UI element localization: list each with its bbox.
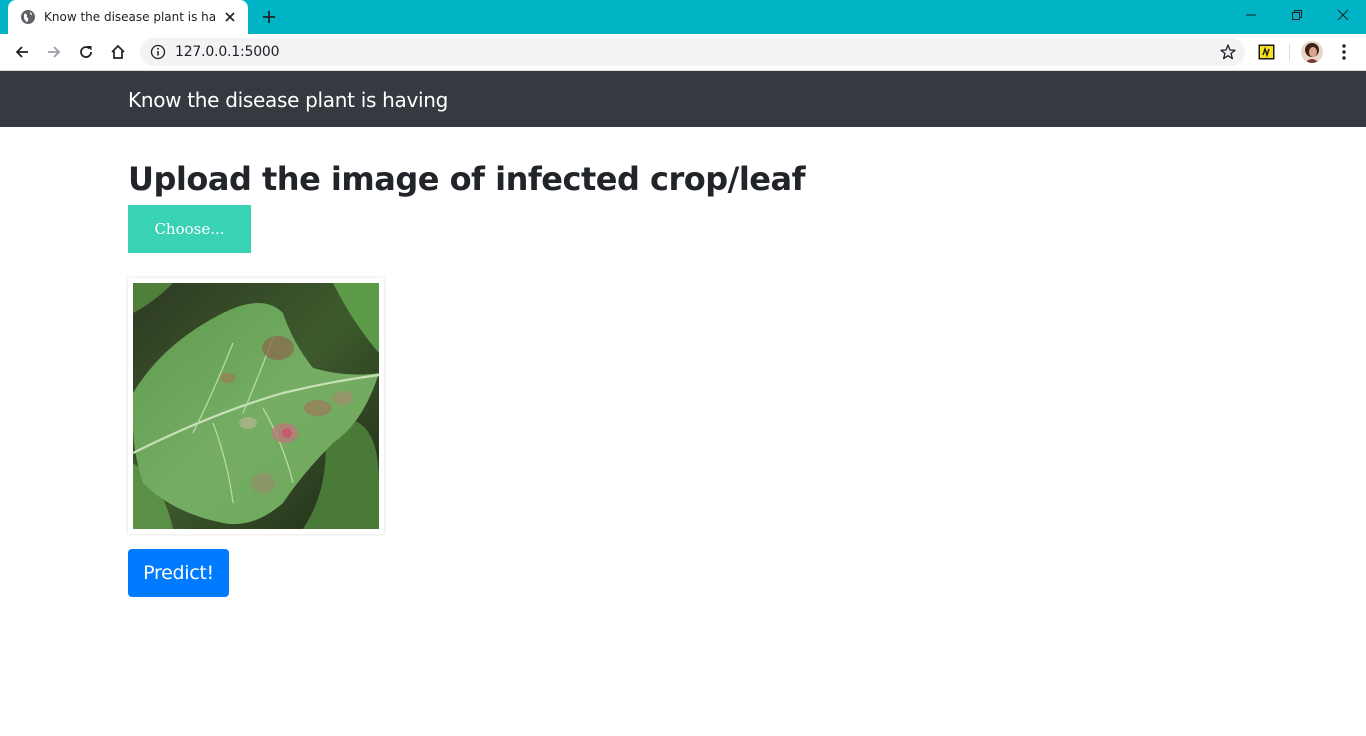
tab-strip: Know the disease plant is having (0, 0, 1366, 34)
minimize-button[interactable] (1228, 0, 1274, 30)
restore-button[interactable] (1274, 0, 1320, 30)
window-close-icon (1337, 9, 1349, 21)
globe-icon (21, 10, 35, 24)
browser-toolbar: 127.0.0.1:5000 (0, 34, 1366, 71)
star-icon[interactable] (1219, 43, 1237, 61)
back-icon (15, 46, 28, 58)
page-title: Upload the image of infected crop/leaf (128, 160, 806, 198)
menu-icon[interactable] (1336, 42, 1352, 62)
reload-icon (80, 46, 92, 58)
window-close-button[interactable] (1320, 0, 1366, 30)
image-preview (128, 278, 384, 534)
plus-icon[interactable] (261, 9, 277, 25)
back-button[interactable] (12, 42, 32, 62)
home-button[interactable] (108, 42, 128, 62)
extension-icon[interactable] (1258, 44, 1275, 60)
browser-tab[interactable]: Know the disease plant is having (8, 0, 248, 34)
toolbar-separator (1289, 44, 1290, 61)
predict-button[interactable]: Predict! (128, 549, 229, 597)
forward-button[interactable] (44, 42, 64, 62)
leaf-photo (133, 283, 379, 529)
address-bar[interactable]: 127.0.0.1:5000 (140, 38, 1245, 66)
info-icon[interactable] (150, 44, 166, 60)
close-icon[interactable] (222, 9, 238, 25)
url-text: 127.0.0.1:5000 (175, 44, 280, 60)
tab-title: Know the disease plant is having (44, 10, 216, 24)
avatar[interactable] (1301, 41, 1323, 63)
site-navbar: Know the disease plant is having (0, 71, 1366, 127)
home-icon (111, 44, 125, 59)
navbar-brand[interactable]: Know the disease plant is having (128, 88, 448, 112)
restore-icon (1292, 10, 1302, 20)
profile-picture (1301, 41, 1323, 63)
choose-file-button[interactable]: Choose... (128, 205, 251, 253)
reload-button[interactable] (76, 42, 96, 62)
minimize-icon (1246, 14, 1256, 16)
forward-icon (48, 46, 61, 58)
